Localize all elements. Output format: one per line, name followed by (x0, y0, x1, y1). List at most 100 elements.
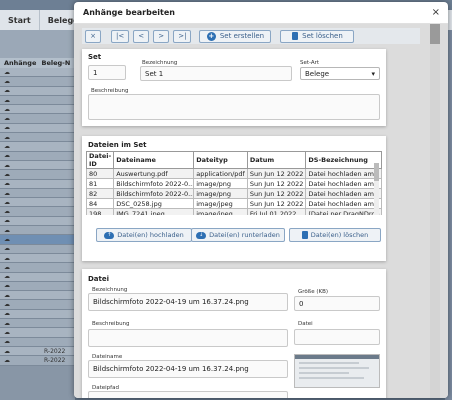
list-item[interactable]: ☁ (0, 160, 75, 171)
cloud-icon: ☁ (4, 347, 10, 355)
cloud-icon: ☁ (4, 115, 10, 123)
cloud-icon: ☁ (4, 189, 10, 197)
set-card: Set 1 Bezeichnung Set 1 Set-Art Belege ▾… (82, 49, 386, 126)
list-item[interactable]: ☁ (0, 207, 75, 217)
list-item[interactable]: ☁ (0, 272, 75, 282)
files-table-scrollbar[interactable] (374, 163, 379, 215)
list-item[interactable]: ☁ (0, 253, 75, 264)
list-item[interactable]: ☁ (0, 281, 75, 292)
table-cell: image/png (193, 178, 248, 189)
file-name-field[interactable]: Bildschirmfoto 2022-04-19 um 16.37.24.pn… (88, 293, 288, 311)
set-name-field[interactable]: Set 1 (140, 66, 292, 81)
table-cell: Datei hochladen am (305, 178, 383, 189)
table-row[interactable]: 82 Bildschirmfoto 2022-0... image/png Sun J… (85, 188, 383, 199)
list-item[interactable]: ☁ (0, 77, 75, 87)
list-item[interactable]: ☁ (0, 86, 75, 96)
delete-files-button[interactable]: Datei(en) löschen (289, 228, 381, 242)
last-set-button[interactable]: >| (173, 29, 192, 43)
cloud-icon: ☁ (4, 217, 10, 225)
cloud-icon: ☁ (4, 356, 10, 364)
scrollbar-thumb[interactable] (430, 24, 440, 44)
file-preview-image (294, 354, 380, 388)
first-set-button[interactable]: |< (111, 29, 130, 43)
delete-files-label: Datei(en) löschen (310, 231, 369, 239)
list-rows: ☁ ☁ ☁ ☁ ☁ ☁ ☁ ☁ ☁ ☁ ☁ ☁ ☁ ☁ ☁ ☁ ☁ ☁ ☁ ☁ ☁ ☁ ☁ ☁ ☁ ☁ ☁ ☁ ☁ ☁ ☁ R-2022 ☁ R-… (0, 68, 75, 366)
table-cell: 80 (85, 168, 115, 179)
set-type-select[interactable]: Belege ▾ (300, 67, 380, 80)
list-item[interactable]: ☁ (0, 244, 75, 254)
file-field[interactable] (294, 329, 380, 345)
files-column-header[interactable]: Datum (246, 151, 307, 169)
list-item[interactable]: ☁ (0, 151, 75, 161)
modal-scrollbar[interactable] (430, 24, 440, 398)
file-filename-field[interactable]: Bildschirmfoto 2022-04-19 um 16.37.24.pn… (88, 360, 288, 378)
files-column-header[interactable]: Dateityp (193, 151, 248, 169)
file-size-field[interactable]: 0 (294, 296, 380, 311)
list-item[interactable]: ☁ (0, 198, 75, 208)
file-section-title: Datei (88, 275, 110, 283)
list-item[interactable]: ☁ (0, 68, 75, 78)
cloud-icon: ☁ (4, 170, 10, 178)
file-path-field[interactable] (88, 391, 288, 398)
list-item[interactable]: ☁ (0, 235, 75, 245)
list-item[interactable]: ☁ (0, 95, 75, 106)
cloud-icon: ☁ (4, 301, 10, 309)
list-item[interactable]: ☁ (0, 319, 75, 329)
files-column-header[interactable]: DS-Bezeichnung (305, 151, 383, 169)
table-row[interactable]: 84 DSC_0258.jpg image/jpeg Sun Jun 12 2022 D… (85, 198, 383, 209)
list-item[interactable]: ☁ (0, 226, 75, 236)
create-set-button[interactable]: + Set erstellen (199, 29, 272, 43)
list-item[interactable]: ☁ (0, 309, 75, 320)
cloud-icon: ☁ (4, 282, 10, 290)
table-cell: IMG_7241.jpeg (113, 208, 195, 215)
list-item[interactable]: ☁ (0, 263, 75, 273)
table-row[interactable]: 198 IMG_7241.jpeg image/jpeg Fri Jul 01 202… (85, 208, 383, 215)
list-item[interactable]: ☁ (0, 337, 75, 347)
tab-start[interactable]: Start (0, 10, 40, 30)
table-row[interactable]: 80 Auswertung.pdf application/pdf Sun Jun 1… (85, 168, 383, 179)
cloud-icon: ☁ (4, 143, 10, 151)
next-set-button[interactable]: > (153, 29, 170, 43)
upload-files-button[interactable]: ↑ Datei(en) hochladen (96, 228, 192, 242)
download-files-button[interactable]: ↓ Datei(en) runterladen (191, 228, 285, 242)
table-row[interactable]: 81 Bildschirmfoto 2022-0... image/png Sun J… (85, 178, 383, 189)
table-cell: image/jpeg (193, 208, 248, 215)
files-column-header[interactable]: Dateiname (113, 151, 195, 169)
delete-set-button[interactable]: Set löschen (280, 29, 355, 43)
set-desc-field[interactable] (88, 94, 380, 120)
close-small-button[interactable]: × (85, 29, 101, 43)
set-id-field[interactable]: 1 (88, 65, 126, 80)
modal-body: × |< < > >| + Set erstellen Set löschen … (74, 24, 448, 398)
list-item[interactable]: ☁ (0, 328, 75, 338)
cloud-icon: ☁ (4, 124, 10, 132)
list-item[interactable]: ☁ (0, 114, 75, 124)
list-item[interactable]: ☁ (0, 179, 75, 189)
list-item[interactable]: ☁ R-2022 (0, 346, 75, 357)
cloud-icon: ☁ (4, 254, 10, 262)
delete-set-label: Set löschen (302, 32, 343, 40)
files-column-header[interactable]: Datei-ID (85, 151, 115, 169)
list-item[interactable]: ☁ (0, 170, 75, 180)
table-cell: Sun Jun 12 2022 (246, 168, 307, 179)
list-item-label: R-2022 (44, 356, 66, 364)
table-cell: Sun Jun 12 2022 (246, 178, 307, 189)
cloud-icon: ☁ (4, 96, 10, 104)
file-desc-field[interactable] (88, 329, 288, 347)
table-cell: 82 (85, 188, 115, 199)
list-item[interactable]: ☁ (0, 300, 75, 310)
previous-set-button[interactable]: < (133, 29, 150, 43)
list-item[interactable]: ☁ R-2022 (0, 356, 75, 366)
cloud-icon: ☁ (4, 87, 10, 95)
cloud-download-icon: ↓ (196, 231, 207, 239)
set-toolbar: × |< < > >| + Set erstellen Set löschen (82, 28, 420, 44)
cloud-icon: ☁ (4, 338, 10, 346)
list-item[interactable]: ☁ (0, 291, 75, 301)
close-icon[interactable]: × (432, 7, 440, 18)
list-item[interactable]: ☁ (0, 123, 75, 134)
list-item[interactable]: ☁ (0, 142, 75, 152)
list-item[interactable]: ☁ (0, 188, 75, 199)
list-item[interactable]: ☁ (0, 105, 75, 115)
list-item[interactable]: ☁ (0, 133, 75, 143)
list-item[interactable]: ☁ (0, 216, 75, 227)
table-cell: 198 (85, 208, 115, 215)
